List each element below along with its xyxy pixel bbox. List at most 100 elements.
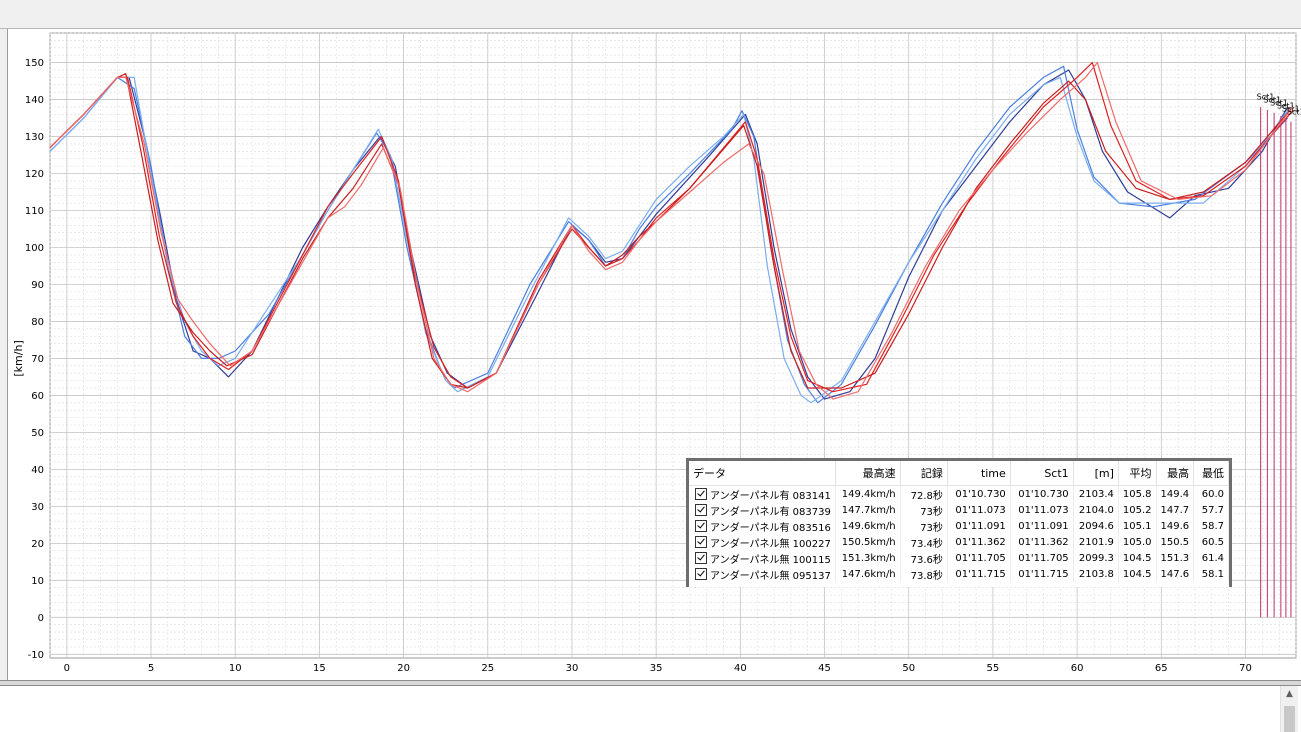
row-record: 73.4秒	[900, 534, 948, 550]
x-tick-label: 65	[1155, 663, 1168, 674]
row-distance: 2094.6	[1073, 518, 1119, 534]
y-tick-label: -10	[28, 650, 44, 661]
x-tick-label: 0	[64, 663, 70, 674]
x-tick-label: 50	[902, 663, 915, 674]
row-record: 73.8秒	[900, 566, 948, 582]
row-record: 73秒	[900, 518, 948, 534]
row-name: アンダーパネル無 095137	[710, 570, 831, 582]
header-max-speed[interactable]: 最高速	[835, 461, 901, 486]
header-sct1[interactable]: Sct1	[1010, 461, 1074, 486]
x-tick-label: 30	[566, 663, 579, 674]
row-max-speed: 147.7km/h	[835, 502, 901, 518]
row-avg: 105.1	[1118, 518, 1157, 534]
row-max-speed: 150.5km/h	[835, 534, 901, 550]
row-time: 01'10.730	[947, 485, 1011, 502]
row-distance: 2103.8	[1073, 566, 1119, 582]
row-name: アンダーパネル有 083516	[710, 522, 831, 534]
row-avg: 105.2	[1118, 502, 1157, 518]
row-low: 60.5	[1193, 534, 1229, 550]
x-tick-label: 55	[987, 663, 1000, 674]
x-tick-label: 5	[148, 663, 154, 674]
bottom-panel	[0, 686, 1301, 732]
x-tick-label: 45	[818, 663, 831, 674]
y-axis-label: [km/h]	[12, 340, 25, 376]
row-checkbox[interactable]	[695, 535, 707, 548]
y-tick-label: 10	[31, 576, 44, 587]
row-name: アンダーパネル無 100227	[710, 538, 831, 550]
x-tick-label: 70	[1239, 663, 1252, 674]
sector-label: Sct1	[1287, 107, 1301, 116]
row-sct1: 01'11.073	[1010, 502, 1074, 518]
row-low: 58.7	[1193, 518, 1229, 534]
legend-row[interactable]: アンダーパネル有 083141 149.4km/h 72.8秒 01'10.73…	[689, 485, 1229, 502]
header-name[interactable]: データ	[689, 461, 836, 486]
vertical-scrollbar[interactable]: ▲	[1280, 686, 1298, 732]
header-avg[interactable]: 平均	[1118, 461, 1157, 486]
row-distance: 2104.0	[1073, 502, 1119, 518]
row-time: 01'11.073	[947, 502, 1011, 518]
row-distance: 2103.4	[1073, 485, 1119, 502]
row-high: 147.6	[1156, 566, 1195, 582]
row-distance: 2101.9	[1073, 534, 1119, 550]
header-distance[interactable]: [m]	[1073, 461, 1119, 486]
row-checkbox[interactable]	[695, 567, 707, 580]
row-record: 73.6秒	[900, 550, 948, 566]
y-tick-label: 140	[25, 95, 44, 106]
scroll-up-arrow-icon[interactable]: ▲	[1281, 686, 1298, 703]
row-high: 147.7	[1156, 502, 1195, 518]
legend-row[interactable]: アンダーパネル無 100115 151.3km/h 73.6秒 01'11.70…	[689, 550, 1229, 566]
row-max-speed: 149.4km/h	[835, 485, 901, 502]
y-tick-label: 100	[25, 243, 44, 254]
y-tick-label: 0	[38, 613, 44, 624]
y-tick-label: 150	[25, 58, 44, 69]
data-legend-table: データ 最高速 記録 time Sct1 [m] 平均 最高 最低 アンダーパネ…	[686, 458, 1232, 587]
row-checkbox[interactable]	[695, 519, 707, 532]
row-avg: 105.0	[1118, 534, 1157, 550]
row-avg: 104.5	[1118, 566, 1157, 582]
header-time[interactable]: time	[947, 461, 1011, 486]
row-sct1: 01'11.091	[1010, 518, 1074, 534]
row-checkbox[interactable]	[695, 487, 707, 500]
legend-row[interactable]: アンダーパネル無 095137 147.6km/h 73.8秒 01'11.71…	[689, 566, 1229, 582]
left-gutter	[0, 29, 8, 680]
row-time: 01'11.705	[947, 550, 1011, 566]
row-avg: 105.8	[1118, 485, 1157, 502]
row-max-speed: 151.3km/h	[835, 550, 901, 566]
header-high[interactable]: 最高	[1156, 461, 1195, 486]
row-low: 58.1	[1193, 566, 1229, 582]
row-checkbox[interactable]	[695, 503, 707, 516]
row-sct1: 01'11.705	[1010, 550, 1074, 566]
y-tick-label: 80	[31, 317, 44, 328]
row-checkbox[interactable]	[695, 551, 707, 564]
row-record: 72.8秒	[900, 485, 948, 502]
x-tick-label: 15	[313, 663, 326, 674]
row-avg: 104.5	[1118, 550, 1157, 566]
row-high: 150.5	[1156, 534, 1195, 550]
y-tick-label: 60	[31, 391, 44, 402]
y-tick-label: 130	[25, 132, 44, 143]
row-sct1: 01'10.730	[1010, 485, 1074, 502]
x-tick-label: 40	[734, 663, 747, 674]
header-low[interactable]: 最低	[1193, 461, 1229, 486]
row-low: 60.0	[1193, 485, 1229, 502]
y-tick-label: 50	[31, 428, 44, 439]
legend-row[interactable]: アンダーパネル有 083739 147.7km/h 73秒 01'11.073 …	[689, 502, 1229, 518]
row-high: 149.4	[1156, 485, 1195, 502]
row-name: アンダーパネル無 100115	[710, 554, 831, 566]
scroll-thumb[interactable]	[1284, 706, 1295, 732]
header-record[interactable]: 記録	[900, 461, 948, 486]
row-time: 01'11.091	[947, 518, 1011, 534]
row-max-speed: 147.6km/h	[835, 566, 901, 582]
row-distance: 2099.3	[1073, 550, 1119, 566]
top-toolbar-strip	[0, 0, 1301, 29]
legend-row[interactable]: アンダーパネル有 083516 149.6km/h 73秒 01'11.091 …	[689, 518, 1229, 534]
y-tick-label: 40	[31, 465, 44, 476]
legend-row[interactable]: アンダーパネル無 100227 150.5km/h 73.4秒 01'11.36…	[689, 534, 1229, 550]
row-sct1: 01'11.715	[1010, 566, 1074, 582]
row-name: アンダーパネル有 083141	[710, 490, 831, 502]
y-tick-label: 110	[25, 206, 44, 217]
y-tick-label: 120	[25, 169, 44, 180]
row-low: 57.7	[1193, 502, 1229, 518]
row-max-speed: 149.6km/h	[835, 518, 901, 534]
row-low: 61.4	[1193, 550, 1229, 566]
